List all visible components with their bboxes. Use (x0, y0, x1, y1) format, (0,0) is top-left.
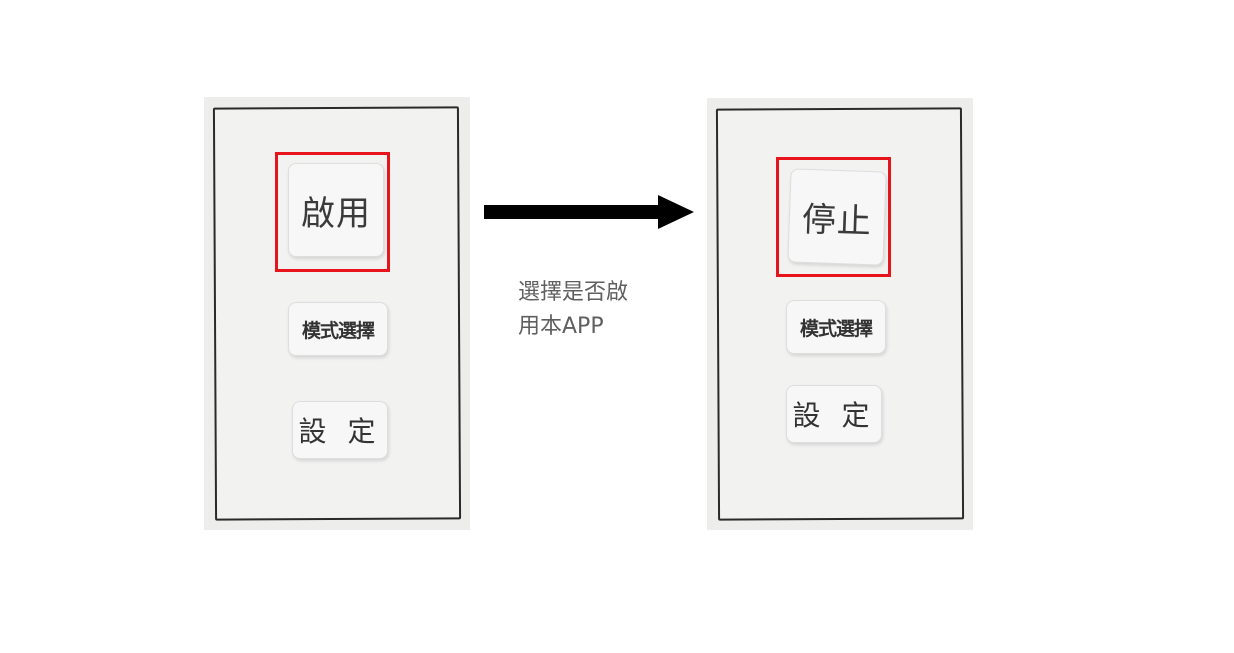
highlight-box-stop (776, 157, 891, 277)
highlight-box-enable (275, 152, 390, 272)
transition-caption: 選擇是否啟 用本APP (518, 276, 668, 344)
transition-arrow-shaft (484, 205, 660, 219)
settings-button[interactable]: 設 定 (786, 385, 882, 443)
caption-line-2: 用本APP (518, 314, 604, 339)
caption-line-1: 選擇是否啟 (518, 280, 629, 305)
mode-select-button[interactable]: 模式選擇 (288, 302, 388, 356)
settings-button[interactable]: 設 定 (292, 401, 388, 459)
mode-select-button[interactable]: 模式選擇 (786, 300, 886, 354)
transition-arrow-head-icon (658, 195, 694, 229)
